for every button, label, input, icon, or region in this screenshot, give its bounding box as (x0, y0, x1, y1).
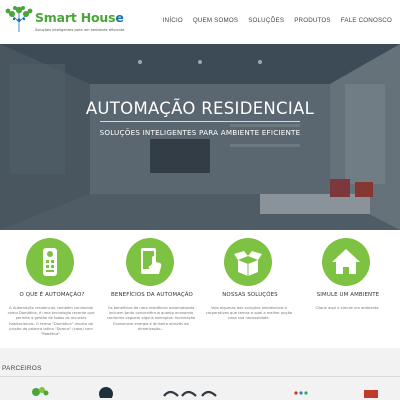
main-nav: INÍCIO QUEM SOMOS SOLUÇÕES PRODUTOS FALE… (163, 17, 392, 24)
hero-divider (100, 121, 300, 122)
nav-produtos[interactable]: PRODUTOS (294, 17, 331, 24)
feature-text: A Automação residencial, também conhecid… (7, 306, 95, 337)
feature-icon-circle (224, 238, 272, 286)
partner-logo-wordmark[interactable] (160, 384, 230, 398)
feature-title: SIMULE UM AMBIENTE (316, 292, 380, 298)
nav-quem-somos[interactable]: QUEM SOMOS (193, 17, 238, 24)
features-section: O QUE É AUTOMAÇÃO? A Automação residenci… (0, 230, 400, 348)
hero-banner: AUTOMAÇÃO RESIDENCIAL SOLUÇÕES INTELIGEN… (0, 44, 400, 230)
feature-beneficios-da-automacao[interactable]: BENEFÍCIOS DA AUTOMAÇÃO Os benefícios de… (102, 230, 202, 348)
nav-fale-conosco[interactable]: FALE CONOSCO (341, 17, 392, 24)
logo-tagline: Soluções inteligentes para um ambiente e… (35, 28, 125, 32)
open-box-icon (234, 251, 262, 276)
partner-logo-badge[interactable] (360, 384, 390, 398)
hero-overlay (0, 44, 400, 230)
site-header: Smart House Soluções inteligentes para u… (0, 0, 400, 44)
nav-inicio[interactable]: INÍCIO (163, 17, 183, 24)
partner-logo-colored-dots[interactable] (290, 384, 330, 398)
feature-title: BENEFÍCIOS DA AUTOMAÇÃO (111, 292, 193, 298)
hero-subtitle: SOLUÇÕES INTELIGENTES PARA AMBIENTE EFIC… (99, 128, 301, 137)
tree-network-logo-icon (5, 6, 33, 32)
feature-title: O QUE É AUTOMAÇÃO? (19, 292, 85, 298)
nav-solucoes[interactable]: SOLUÇÕES (248, 17, 284, 24)
partner-logo-dark-circle[interactable] (96, 384, 116, 398)
partners-divider (0, 376, 400, 377)
feature-text: Veja algumas das soluções residenciais e… (205, 306, 293, 321)
feature-o-que-e-automacao[interactable]: O QUE É AUTOMAÇÃO? A Automação residenci… (2, 230, 102, 348)
phone-touch-icon (141, 248, 162, 274)
feature-icon-circle (26, 238, 74, 286)
site-logo[interactable]: Smart House Soluções inteligentes para u… (4, 4, 124, 40)
partner-logo-smart-house[interactable] (30, 384, 70, 398)
remote-control-icon (43, 248, 57, 276)
house-icon (332, 249, 360, 274)
feature-icon-circle (126, 238, 174, 286)
partners-section: PARCEIROS (0, 348, 400, 400)
hero-title: AUTOMAÇÃO RESIDENCIAL (85, 99, 315, 118)
logo-title: Smart House (35, 10, 124, 25)
partners-title: PARCEIROS (2, 365, 42, 372)
feature-simule-um-ambiente[interactable]: SIMULE UM AMBIENTE Clique aqui e simule … (298, 230, 398, 348)
feature-title: NOSSAS SOLUÇÕES (222, 292, 278, 298)
feature-nossas-solucoes[interactable]: NOSSAS SOLUÇÕES Veja algumas das soluçõe… (200, 230, 300, 348)
feature-text: Os benefícios de uma residência automati… (106, 306, 196, 331)
feature-icon-circle (322, 238, 370, 286)
feature-text: Clique aqui e simule um ambiente (315, 306, 379, 310)
